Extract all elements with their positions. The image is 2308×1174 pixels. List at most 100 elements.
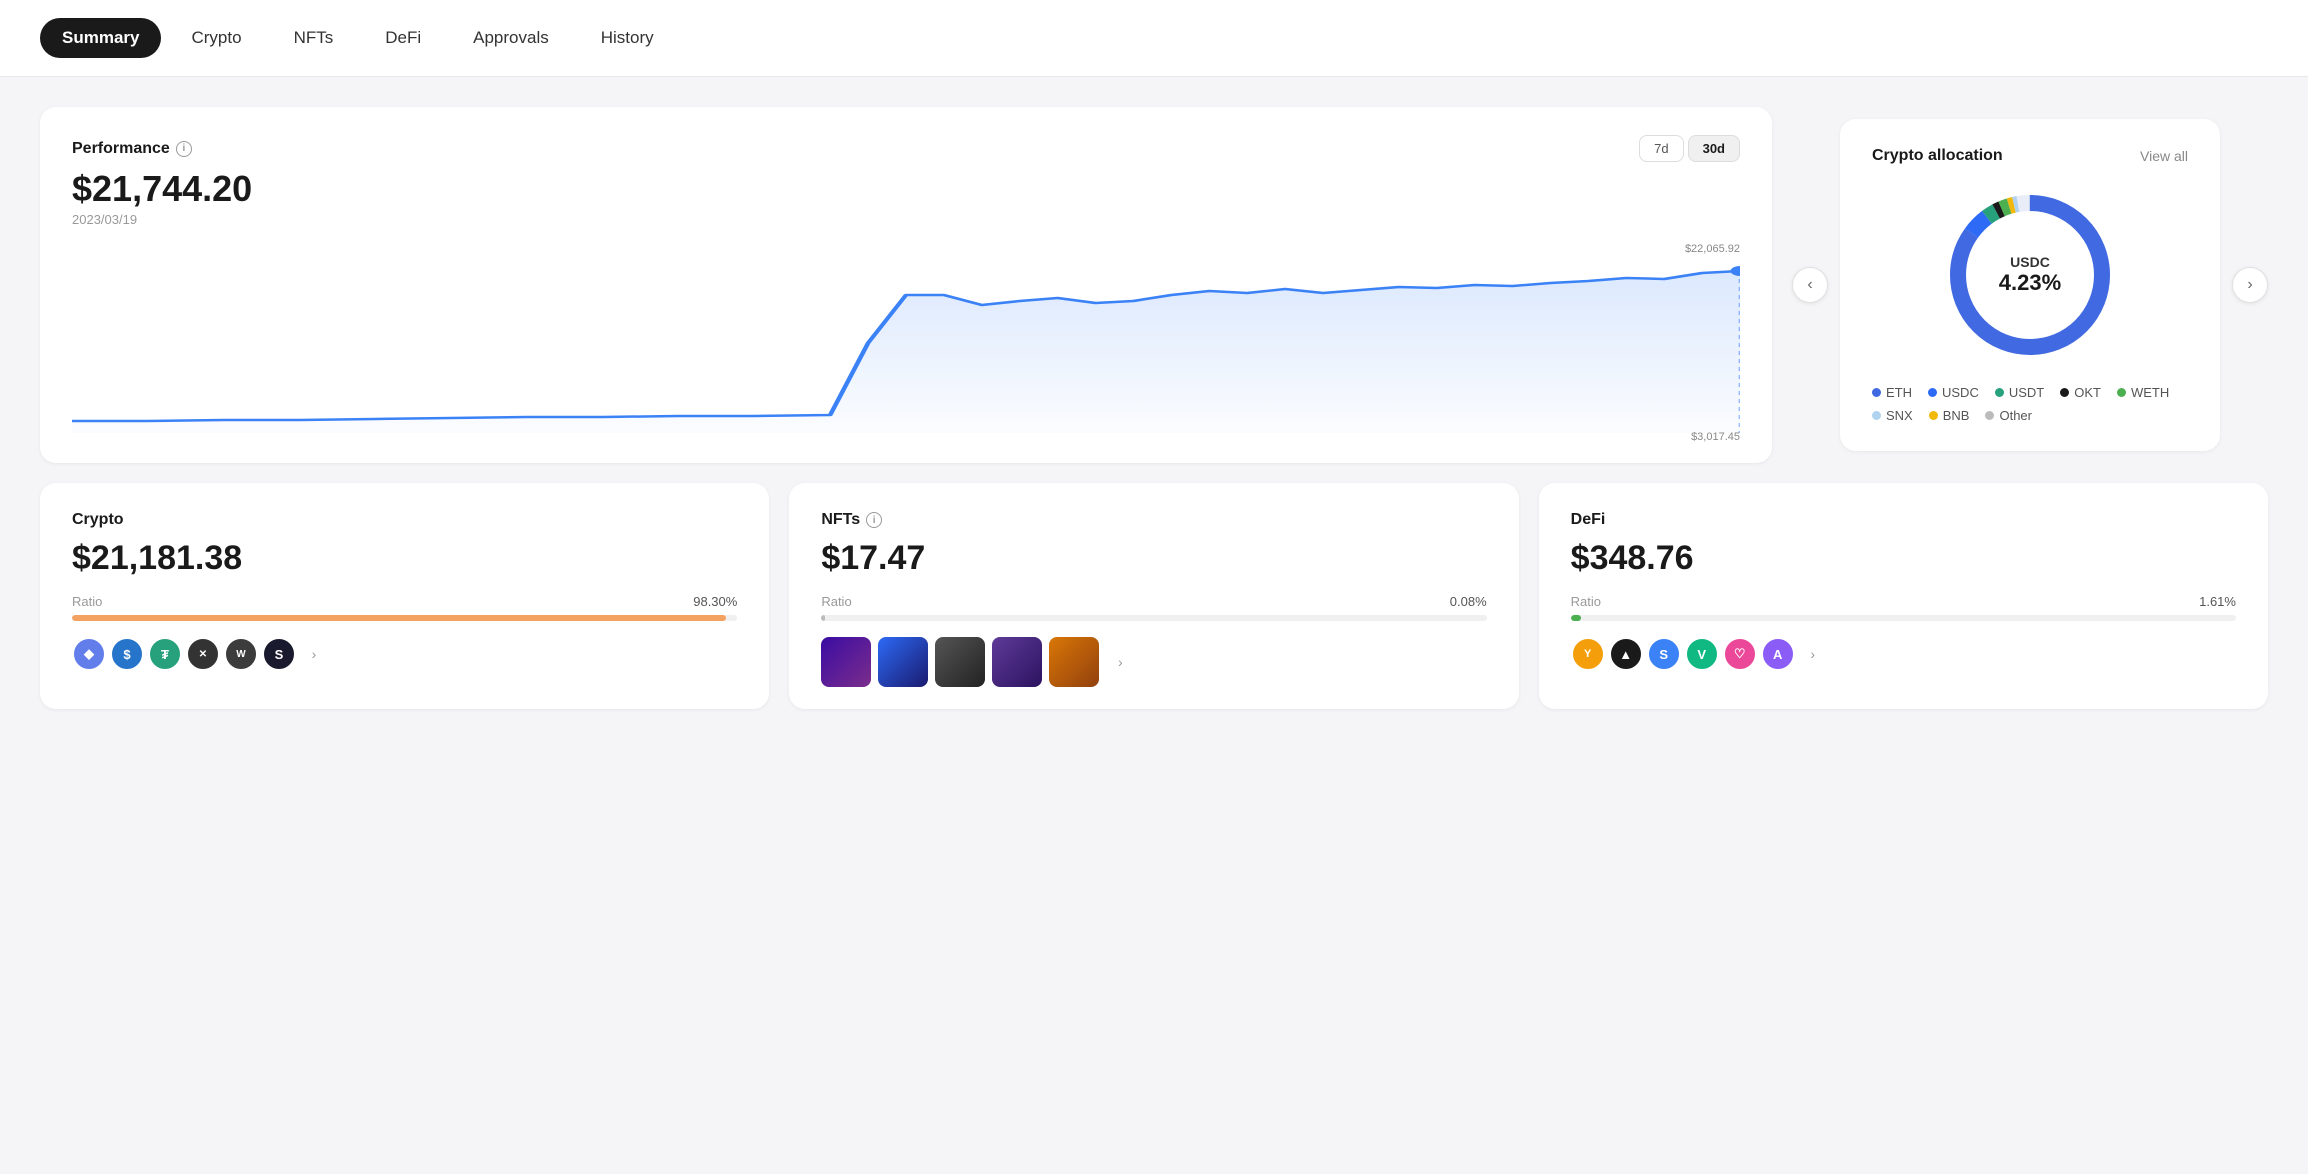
crypto-chevron[interactable]: › — [300, 640, 328, 668]
legend-other: Other — [1985, 408, 2032, 423]
nfts-info-icon[interactable]: i — [866, 512, 882, 528]
eth-dot — [1872, 388, 1881, 397]
next-arrow[interactable]: › — [2232, 267, 2268, 303]
crypto-title-label: Crypto — [72, 511, 124, 529]
legend-eth: ETH — [1872, 385, 1912, 400]
eth-icon: ◆ — [72, 637, 106, 671]
crypto-card-title: Crypto — [72, 511, 737, 529]
top-navigation: Summary Crypto NFTs DeFi Approvals Histo… — [0, 0, 2308, 77]
okt-label: OKT — [2074, 385, 2101, 400]
nft-thumb-3 — [935, 637, 985, 687]
okt-dot — [2060, 388, 2069, 397]
snx-dot — [1872, 411, 1881, 420]
defi-ratio-label: Ratio — [1571, 594, 1601, 609]
alloc-header: Crypto allocation View all — [1872, 147, 2188, 165]
defi-icon-2: ▲ — [1609, 637, 1643, 671]
performance-info-icon[interactable]: i — [176, 141, 192, 157]
performance-amount: $21,744.20 — [72, 168, 1740, 210]
nfts-progress-fill — [821, 615, 824, 621]
period-buttons: 7d 30d — [1639, 135, 1740, 162]
period-30d[interactable]: 30d — [1688, 135, 1740, 162]
donut-chart: USDC 4.23% — [1940, 185, 2120, 365]
snx-label: SNX — [1886, 408, 1913, 423]
period-7d[interactable]: 7d — [1639, 135, 1683, 162]
nav-defi[interactable]: DeFi — [363, 18, 443, 58]
performance-date: 2023/03/19 — [72, 212, 1740, 227]
chart-svg — [72, 243, 1740, 433]
nft-thumb-2 — [878, 637, 928, 687]
nfts-token-icons: › — [821, 637, 1486, 687]
usdt-label: USDT — [2009, 385, 2044, 400]
other-dot — [1985, 411, 1994, 420]
okt-icon: ✕ — [186, 637, 220, 671]
nav-history[interactable]: History — [579, 18, 676, 58]
main-content: Performance i 7d 30d $21,744.20 2023/03/… — [0, 77, 2308, 739]
defi-icon-1: Y — [1571, 637, 1605, 671]
bnb-dot — [1929, 411, 1938, 420]
nfts-title-label: NFTs — [821, 511, 860, 529]
defi-chevron[interactable]: › — [1799, 640, 1827, 668]
crypto-ratio-pct: 98.30% — [693, 594, 737, 609]
legend-snx: SNX — [1872, 408, 1913, 423]
chart-high-label: $22,065.92 — [1685, 243, 1740, 255]
snx-icon: S — [262, 637, 296, 671]
legend-weth: WETH — [2117, 385, 2169, 400]
crypto-progress-fill — [72, 615, 726, 621]
defi-progress-fill — [1571, 615, 1582, 621]
performance-card: Performance i 7d 30d $21,744.20 2023/03/… — [40, 107, 1772, 463]
crypto-ratio-row: Ratio 98.30% — [72, 594, 737, 609]
chart-low-label: $3,017.45 — [1691, 431, 1740, 443]
nfts-card-title: NFTs i — [821, 511, 1486, 529]
prev-arrow[interactable]: ‹ — [1792, 267, 1828, 303]
usdt-dot — [1995, 388, 2004, 397]
crypto-ratio-label: Ratio — [72, 594, 102, 609]
nfts-ratio-row: Ratio 0.08% — [821, 594, 1486, 609]
other-label: Other — [1999, 408, 2032, 423]
donut-wrapper: USDC 4.23% — [1872, 185, 2188, 365]
usdt-icon: ₮ — [148, 637, 182, 671]
nav-summary[interactable]: Summary — [40, 18, 161, 58]
nav-crypto[interactable]: Crypto — [169, 18, 263, 58]
bottom-row: Crypto $21,181.38 Ratio 98.30% ◆ $ ₮ ✕ W… — [40, 483, 2268, 709]
nfts-progress-bg — [821, 615, 1486, 621]
crypto-token-icons: ◆ $ ₮ ✕ W S › — [72, 637, 737, 671]
defi-icon-5: ♡ — [1723, 637, 1757, 671]
perf-header: Performance i 7d 30d — [72, 135, 1740, 162]
defi-ratio-row: Ratio 1.61% — [1571, 594, 2236, 609]
donut-center-pct: 4.23% — [1999, 270, 2061, 296]
bnb-label: BNB — [1943, 408, 1970, 423]
nft-thumb-1 — [821, 637, 871, 687]
defi-summary-card: DeFi $348.76 Ratio 1.61% Y ▲ S V ♡ A › — [1539, 483, 2268, 709]
legend-bnb: BNB — [1929, 408, 1970, 423]
donut-center: USDC 4.23% — [1999, 254, 2061, 296]
top-row: Performance i 7d 30d $21,744.20 2023/03/… — [40, 107, 2268, 463]
defi-icon-3: S — [1647, 637, 1681, 671]
performance-chart: $22,065.92 — [72, 243, 1740, 443]
eth-label: ETH — [1886, 385, 1912, 400]
nav-approvals[interactable]: Approvals — [451, 18, 571, 58]
allocation-legend: ETH USDC USDT OKT — [1872, 385, 2188, 423]
nfts-ratio-pct: 0.08% — [1450, 594, 1487, 609]
usdc-icon: $ — [110, 637, 144, 671]
crypto-summary-card: Crypto $21,181.38 Ratio 98.30% ◆ $ ₮ ✕ W… — [40, 483, 769, 709]
usdc-dot — [1928, 388, 1937, 397]
nfts-ratio-label: Ratio — [821, 594, 851, 609]
nfts-summary-card: NFTs i $17.47 Ratio 0.08% › — [789, 483, 1518, 709]
nft-thumb-4 — [992, 637, 1042, 687]
donut-center-label: USDC — [1999, 254, 2061, 270]
crypto-amount: $21,181.38 — [72, 539, 737, 578]
nfts-chevron[interactable]: › — [1106, 648, 1134, 676]
weth-label: WETH — [2131, 385, 2169, 400]
usdc-label: USDC — [1942, 385, 1979, 400]
defi-ratio-pct: 1.61% — [2199, 594, 2236, 609]
crypto-allocation-card: Crypto allocation View all — [1840, 119, 2220, 451]
alloc-title: Crypto allocation — [1872, 147, 2003, 165]
legend-usdc: USDC — [1928, 385, 1979, 400]
view-all-link[interactable]: View all — [2140, 148, 2188, 164]
performance-label: Performance — [72, 140, 170, 158]
defi-icon-6: A — [1761, 637, 1795, 671]
nft-thumb-5 — [1049, 637, 1099, 687]
nav-nfts[interactable]: NFTs — [272, 18, 356, 58]
nfts-amount: $17.47 — [821, 539, 1486, 578]
defi-card-title: DeFi — [1571, 511, 2236, 529]
